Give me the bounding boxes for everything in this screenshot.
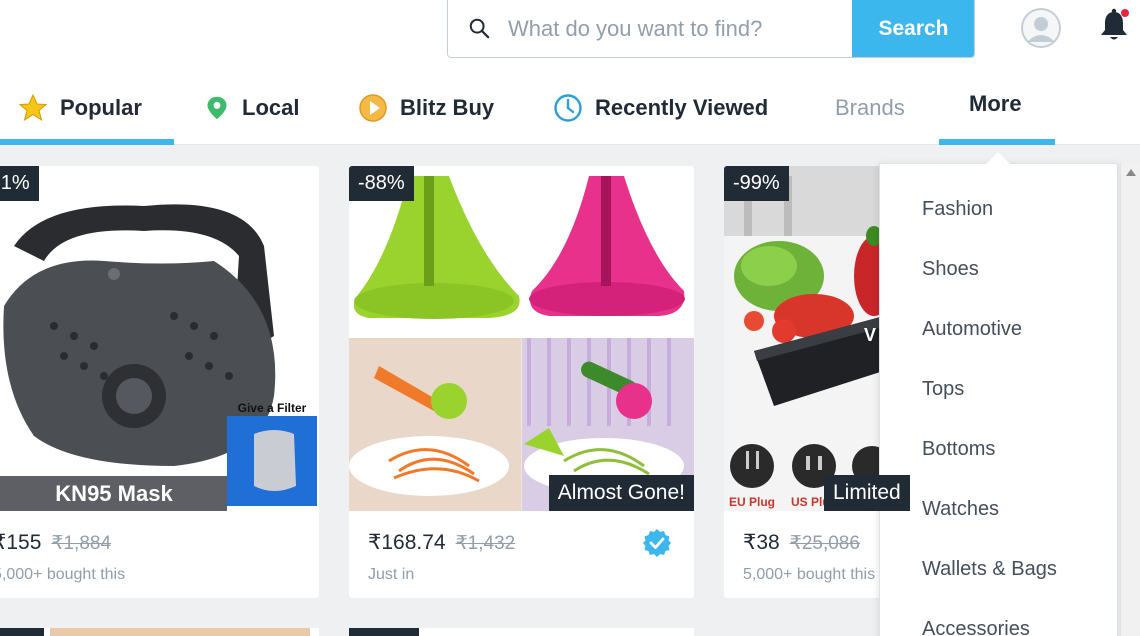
dropdown-arrow (986, 152, 1010, 164)
price-row: ₹155 ₹1,884 (0, 530, 111, 555)
tab-label: Brands (835, 95, 905, 120)
tab-local[interactable]: Local (204, 88, 299, 128)
clock-icon (554, 94, 582, 122)
star-icon (18, 93, 48, 122)
tab-blitz-buy[interactable]: Blitz Buy (358, 88, 494, 128)
product-card[interactable]: Give a Filter KN95 Mask -91% ₹155₹1,884 … (0, 166, 319, 598)
more-dropdown-menu: Fashion Shoes Automotive Tops Bottoms Wa… (879, 163, 1118, 636)
menu-item-bottoms[interactable]: Bottoms (922, 438, 995, 461)
price-row: ₹168.74 ₹1,432 (368, 530, 515, 555)
notification-bell-icon[interactable] (1098, 8, 1130, 42)
original-price: ₹25,086 (789, 533, 860, 554)
header: Search Popular Local Blitz Buy (0, 0, 1140, 145)
tab-popular-underline (0, 139, 174, 145)
image-tag-text: Give a Filter (238, 401, 307, 415)
location-pin-icon (207, 96, 227, 120)
tab-more[interactable]: More (969, 84, 1022, 124)
tab-recently-viewed[interactable]: Recently Viewed (553, 88, 768, 128)
menu-item-accessories[interactable]: Accessories (922, 618, 1030, 636)
scrollbar[interactable] (1120, 163, 1140, 636)
tab-label: Popular (60, 95, 142, 120)
price: ₹155 (0, 531, 42, 554)
bought-count: 5,000+ bought this (743, 566, 876, 583)
menu-item-automotive[interactable]: Automotive (922, 318, 1022, 341)
price-row: ₹38 ₹25,086 (743, 530, 860, 555)
product-status: Just in (368, 566, 415, 583)
product-image[interactable] (349, 166, 694, 511)
menu-item-watches[interactable]: Watches (922, 498, 999, 521)
discount-badge: -99% (724, 166, 789, 201)
tab-label: Blitz Buy (400, 95, 495, 120)
product-card-peek[interactable] (349, 628, 694, 636)
original-price: ₹1,432 (455, 533, 516, 554)
menu-item-fashion[interactable]: Fashion (922, 198, 993, 221)
tab-brands[interactable]: Brands (835, 88, 905, 128)
price: ₹38 (743, 531, 780, 554)
user-icon (1021, 8, 1061, 48)
tab-label: More (969, 91, 1022, 116)
tab-label: Recently Viewed (595, 95, 769, 120)
search-input[interactable] (508, 0, 898, 57)
menu-item-wallets-bags[interactable]: Wallets & Bags (922, 558, 1057, 581)
search-icon (469, 18, 490, 39)
blitz-icon (359, 94, 387, 122)
discount-badge: -88% (349, 166, 414, 201)
scroll-up-arrow-icon[interactable] (1126, 169, 1136, 176)
product-card-peek[interactable] (0, 628, 319, 636)
tab-popular[interactable]: Popular (18, 88, 142, 128)
stock-badge: Limited (824, 475, 910, 511)
bought-count: 5,000+ bought this (0, 566, 126, 583)
product-image[interactable]: Give a Filter KN95 Mask (0, 166, 319, 511)
search-button[interactable]: Search (852, 0, 974, 57)
search-bar: Search (447, 0, 975, 58)
discount-badge: -91% (0, 166, 39, 201)
menu-item-shoes[interactable]: Shoes (922, 258, 979, 281)
avatar[interactable] (1021, 8, 1061, 48)
svg-text:V: V (864, 325, 876, 345)
product-card[interactable]: -88% Almost Gone! ₹168.74 ₹1,432 Just in (349, 166, 694, 598)
original-price: ₹1,884 (51, 533, 112, 554)
stock-badge: Almost Gone! (548, 475, 694, 511)
tab-label: Local (242, 95, 300, 120)
tab-more-underline (939, 139, 1055, 145)
image-caption-text: KN95 Mask (55, 481, 173, 506)
price: ₹168.74 (368, 531, 446, 554)
verified-check-icon (643, 529, 671, 557)
plug-label-eu: EU Plug (729, 495, 775, 509)
menu-item-tops[interactable]: Tops (922, 378, 964, 401)
